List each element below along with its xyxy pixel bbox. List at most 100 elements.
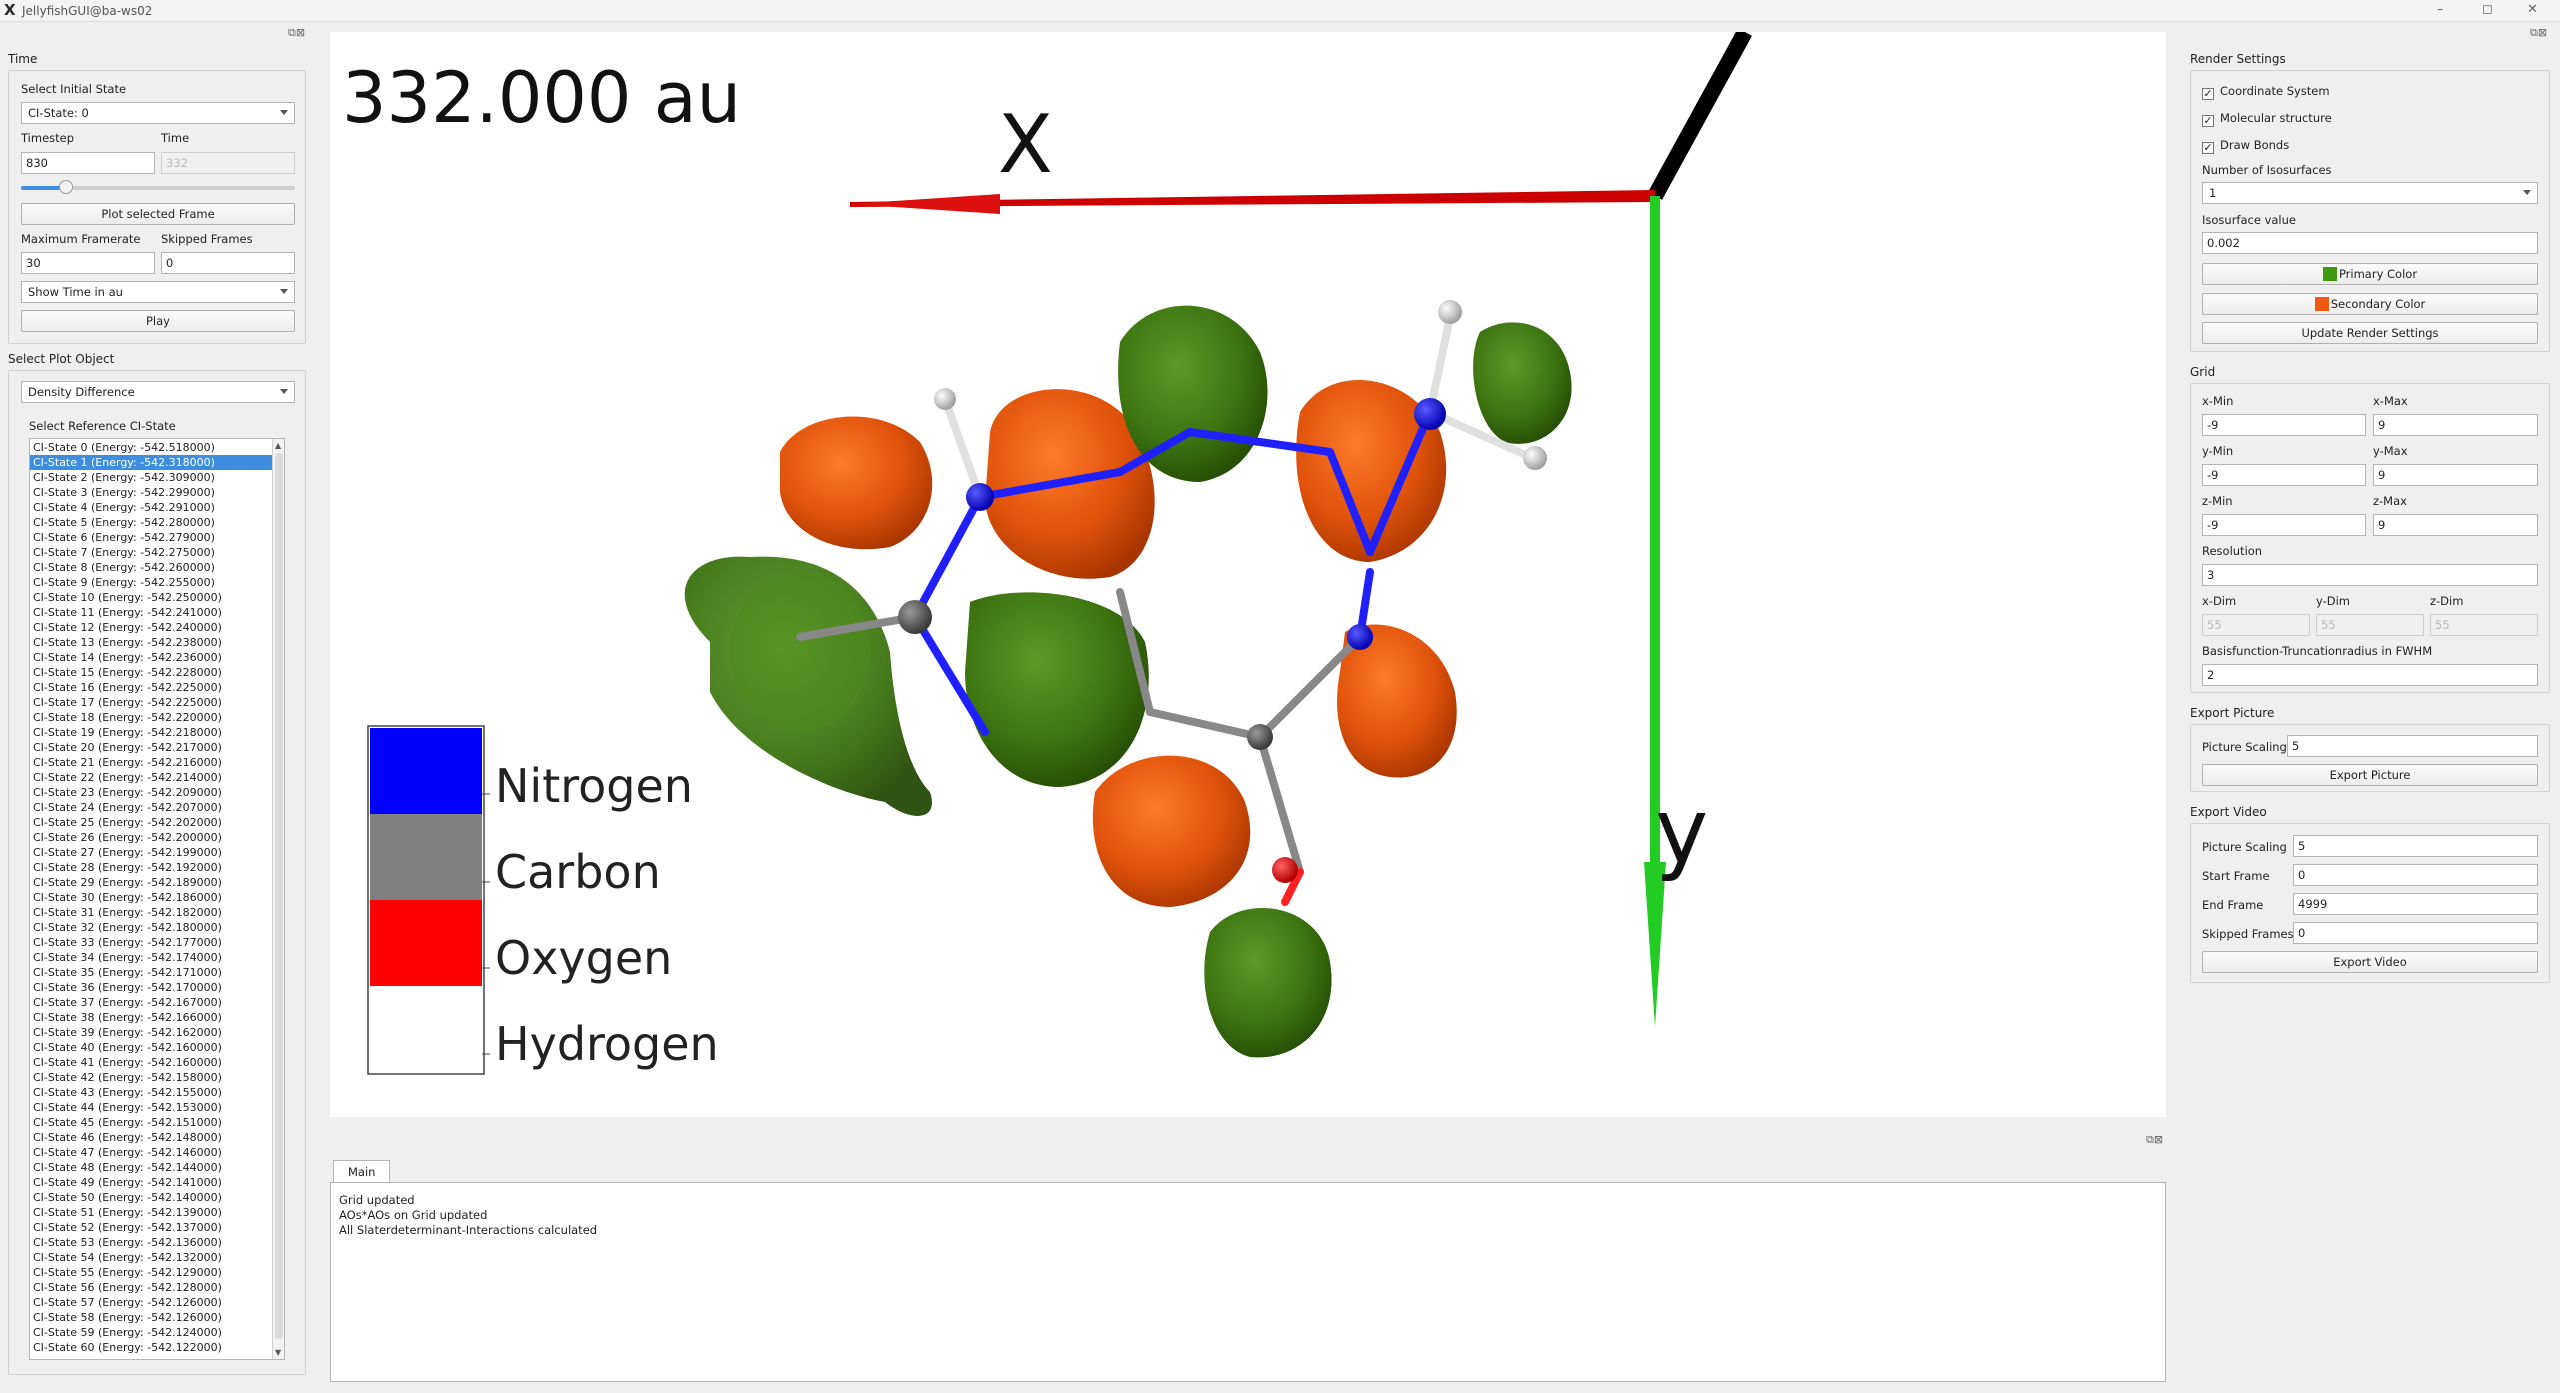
ci-state-list-item[interactable]: CI-State 2 (Energy: -542.309000) xyxy=(30,470,272,485)
ci-state-list-item[interactable]: CI-State 15 (Energy: -542.228000) xyxy=(30,665,272,680)
ci-state-list-item[interactable]: CI-State 3 (Energy: -542.299000) xyxy=(30,485,272,500)
ci-state-list-item[interactable]: CI-State 13 (Energy: -542.238000) xyxy=(30,635,272,650)
ci-state-list-item[interactable]: CI-State 49 (Energy: -542.141000) xyxy=(30,1175,272,1190)
ci-state-list[interactable]: CI-State 0 (Energy: -542.518000) CI-State… xyxy=(29,438,285,1360)
ci-state-list-item[interactable]: CI-State 10 (Energy: -542.250000) xyxy=(30,590,272,605)
ci-state-list-item[interactable]: CI-State 52 (Energy: -542.137000) xyxy=(30,1220,272,1235)
ci-state-list-item[interactable]: CI-State 48 (Energy: -542.144000) xyxy=(30,1160,272,1175)
ci-state-list-item[interactable]: CI-State 30 (Energy: -542.186000) xyxy=(30,890,272,905)
ci-state-list-item[interactable]: CI-State 4 (Energy: -542.291000) xyxy=(30,500,272,515)
ci-state-list-item[interactable]: CI-State 22 (Energy: -542.214000) xyxy=(30,770,272,785)
ci-state-list-item[interactable]: CI-State 14 (Energy: -542.236000) xyxy=(30,650,272,665)
initial-state-combo[interactable]: CI-State: 0 xyxy=(21,102,295,124)
skipped-frames-input[interactable] xyxy=(161,252,295,274)
ci-state-list-item[interactable]: CI-State 11 (Energy: -542.241000) xyxy=(30,605,272,620)
play-button[interactable]: Play xyxy=(21,310,295,332)
ci-state-list-item[interactable]: CI-State 27 (Energy: -542.199000) xyxy=(30,845,272,860)
end-frame-input[interactable] xyxy=(2293,893,2538,915)
isosurface-value-input[interactable] xyxy=(2202,232,2538,254)
ci-state-list-item[interactable]: CI-State 39 (Energy: -542.162000) xyxy=(30,1025,272,1040)
ci-list-scrollbar[interactable]: ▲ ▼ xyxy=(272,439,284,1359)
draw-bonds-checkbox[interactable]: ✓ Draw Bonds xyxy=(2202,138,2289,154)
dock-float-close-icon[interactable]: ⧉⊠ xyxy=(288,26,305,40)
ci-state-list-item[interactable]: CI-State 5 (Energy: -542.280000) xyxy=(30,515,272,530)
ci-state-list-item[interactable]: CI-State 45 (Energy: -542.151000) xyxy=(30,1115,272,1130)
ci-state-list-item[interactable]: CI-State 26 (Energy: -542.200000) xyxy=(30,830,272,845)
start-frame-input[interactable] xyxy=(2293,864,2538,886)
ci-state-list-item[interactable]: CI-State 37 (Energy: -542.167000) xyxy=(30,995,272,1010)
truncation-radius-input[interactable] xyxy=(2202,664,2538,686)
coordinate-system-checkbox[interactable]: ✓ Coordinate System xyxy=(2202,84,2330,100)
plot-object-combo[interactable]: Density Difference xyxy=(21,381,295,403)
ci-state-list-item[interactable]: CI-State 19 (Energy: -542.218000) xyxy=(30,725,272,740)
plot-selected-frame-button[interactable]: Plot selected Frame xyxy=(21,203,295,225)
right-dock-float-close-icon[interactable]: ⧉⊠ xyxy=(2530,26,2547,40)
x-max-input[interactable] xyxy=(2373,414,2538,436)
ci-state-list-item[interactable]: CI-State 41 (Energy: -542.160000) xyxy=(30,1055,272,1070)
ci-state-list-item[interactable]: CI-State 58 (Energy: -542.126000) xyxy=(30,1310,272,1325)
ci-state-list-item[interactable]: CI-State 18 (Energy: -542.220000) xyxy=(30,710,272,725)
minimize-icon[interactable]: – xyxy=(2437,2,2444,17)
timestep-input[interactable] xyxy=(21,152,155,174)
picture-scaling-input[interactable] xyxy=(2287,735,2538,757)
ci-state-list-item[interactable]: CI-State 36 (Energy: -542.170000) xyxy=(30,980,272,995)
ci-state-list-item[interactable]: CI-State 60 (Energy: -542.122000) xyxy=(30,1340,272,1355)
y-max-input[interactable] xyxy=(2373,464,2538,486)
export-picture-button[interactable]: Export Picture xyxy=(2202,764,2538,786)
ci-state-list-item[interactable]: CI-State 40 (Energy: -542.160000) xyxy=(30,1040,272,1055)
ci-state-list-item[interactable]: CI-State 42 (Energy: -542.158000) xyxy=(30,1070,272,1085)
ci-state-list-item[interactable]: CI-State 55 (Energy: -542.129000) xyxy=(30,1265,272,1280)
ci-state-list-item[interactable]: CI-State 31 (Energy: -542.182000) xyxy=(30,905,272,920)
max-framerate-input[interactable] xyxy=(21,252,155,274)
ci-state-list-item[interactable]: CI-State 32 (Energy: -542.180000) xyxy=(30,920,272,935)
ci-state-list-item[interactable]: CI-State 29 (Energy: -542.189000) xyxy=(30,875,272,890)
ci-state-list-item[interactable]: CI-State 23 (Energy: -542.209000) xyxy=(30,785,272,800)
ci-state-list-item[interactable]: CI-State 56 (Energy: -542.128000) xyxy=(30,1280,272,1295)
ci-state-list-item[interactable]: CI-State 43 (Energy: -542.155000) xyxy=(30,1085,272,1100)
ci-state-list-item[interactable]: CI-State 6 (Energy: -542.279000) xyxy=(30,530,272,545)
ci-state-list-item[interactable]: CI-State 44 (Energy: -542.153000) xyxy=(30,1100,272,1115)
ci-state-list-item[interactable]: CI-State 8 (Energy: -542.260000) xyxy=(30,560,272,575)
ci-state-list-item[interactable]: CI-State 24 (Energy: -542.207000) xyxy=(30,800,272,815)
ci-state-list-item[interactable]: CI-State 53 (Energy: -542.136000) xyxy=(30,1235,272,1250)
ci-state-list-item[interactable]: CI-State 47 (Energy: -542.146000) xyxy=(30,1145,272,1160)
tab-main[interactable]: Main xyxy=(333,1160,391,1182)
z-max-input[interactable] xyxy=(2373,514,2538,536)
export-video-button[interactable]: Export Video xyxy=(2202,951,2538,973)
video-skipped-frames-input[interactable] xyxy=(2293,922,2538,944)
primary-color-button[interactable]: Primary Color xyxy=(2202,263,2538,285)
ci-state-list-item[interactable]: CI-State 21 (Energy: -542.216000) xyxy=(30,755,272,770)
x-min-input[interactable] xyxy=(2202,414,2366,436)
scrollbar-thumb[interactable] xyxy=(275,453,283,1339)
video-picture-scaling-input[interactable] xyxy=(2293,835,2538,857)
scroll-down-icon[interactable]: ▼ xyxy=(275,1348,281,1357)
ci-state-list-item[interactable]: CI-State 46 (Energy: -542.148000) xyxy=(30,1130,272,1145)
ci-state-list-item[interactable]: CI-State 34 (Energy: -542.174000) xyxy=(30,950,272,965)
ci-state-list-item[interactable]: CI-State 50 (Energy: -542.140000) xyxy=(30,1190,272,1205)
ci-state-list-item[interactable]: CI-State 12 (Energy: -542.240000) xyxy=(30,620,272,635)
ci-state-list-item[interactable]: CI-State 59 (Energy: -542.124000) xyxy=(30,1325,272,1340)
secondary-color-button[interactable]: Secondary Color xyxy=(2202,293,2538,315)
render-viewport[interactable]: 332.000 au X y Nitrogen Carbon Oxygen Hy… xyxy=(330,32,2166,1117)
ci-state-list-item[interactable]: CI-State 35 (Energy: -542.171000) xyxy=(30,965,272,980)
update-render-settings-button[interactable]: Update Render Settings xyxy=(2202,322,2538,344)
close-icon[interactable]: ✕ xyxy=(2527,2,2538,17)
ci-state-list-item[interactable]: CI-State 20 (Energy: -542.217000) xyxy=(30,740,272,755)
num-isosurfaces-combo[interactable]: 1 xyxy=(2202,182,2538,204)
ci-state-list-item[interactable]: CI-State 28 (Energy: -542.192000) xyxy=(30,860,272,875)
ci-state-list-item[interactable]: CI-State 16 (Energy: -542.225000) xyxy=(30,680,272,695)
molecular-structure-checkbox[interactable]: ✓ Molecular structure xyxy=(2202,111,2332,127)
ci-state-list-item[interactable]: CI-State 33 (Energy: -542.177000) xyxy=(30,935,272,950)
y-min-input[interactable] xyxy=(2202,464,2366,486)
ci-state-list-item[interactable]: CI-State 38 (Energy: -542.166000) xyxy=(30,1010,272,1025)
ci-state-list-item[interactable]: CI-State 17 (Energy: -542.225000) xyxy=(30,695,272,710)
time-unit-combo[interactable]: Show Time in au xyxy=(21,281,295,303)
ci-state-list-item[interactable]: CI-State 1 (Energy: -542.318000) xyxy=(30,455,272,470)
z-min-input[interactable] xyxy=(2202,514,2366,536)
ci-state-list-item[interactable]: CI-State 25 (Energy: -542.202000) xyxy=(30,815,272,830)
ci-state-list-item[interactable]: CI-State 0 (Energy: -542.518000) xyxy=(30,440,272,455)
scroll-up-icon[interactable]: ▲ xyxy=(275,441,281,450)
ci-state-list-item[interactable]: CI-State 9 (Energy: -542.255000) xyxy=(30,575,272,590)
ci-state-list-item[interactable]: CI-State 7 (Energy: -542.275000) xyxy=(30,545,272,560)
ci-state-list-item[interactable]: CI-State 51 (Energy: -542.139000) xyxy=(30,1205,272,1220)
